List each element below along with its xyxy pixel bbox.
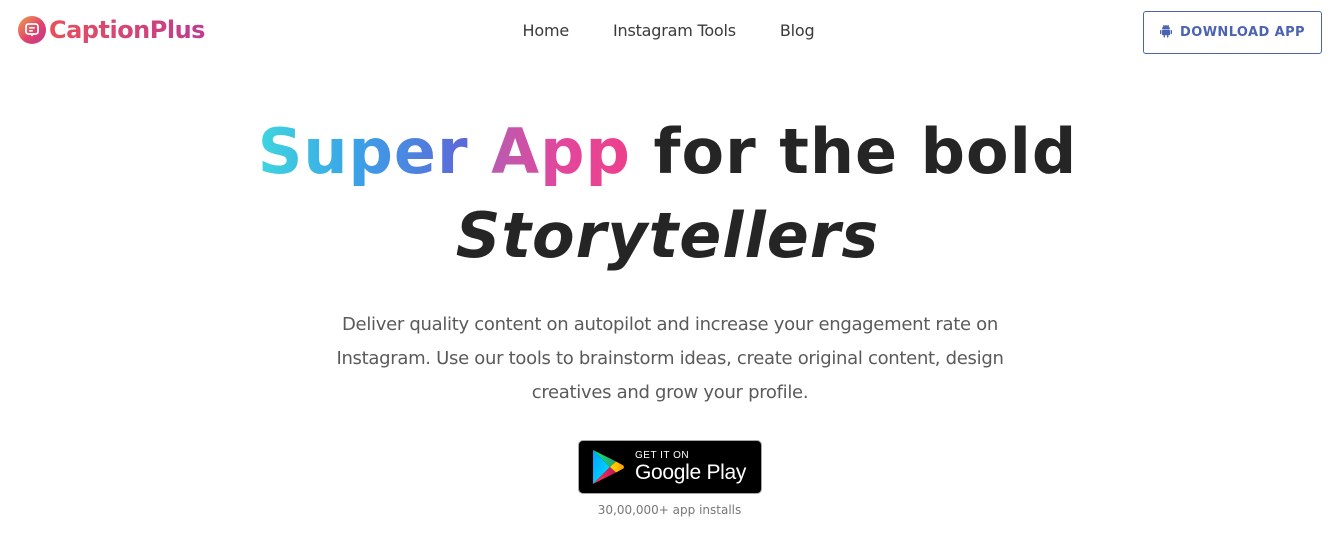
- google-play-badge-small: GET IT ON: [635, 450, 690, 461]
- hero-subtitle-line-2: Instagram. Use our tools to brainstorm i…: [336, 348, 1004, 369]
- google-play-icon: [593, 450, 624, 484]
- app-installs-count: 30,00,000+ app installs: [597, 503, 742, 517]
- brand-name: CaptionPlus: [49, 16, 205, 44]
- hero-title-line1: Super App for the bold: [0, 112, 1335, 192]
- google-play-badge-text: GET IT ON Google Play: [635, 449, 746, 485]
- hero-word-app: App: [491, 115, 631, 188]
- hero-subtitle-line-1: Deliver quality content on autopilot and…: [341, 314, 998, 335]
- google-play-badge[interactable]: GET IT ON Google Play: [578, 440, 762, 494]
- main-nav-items: Home Instagram Tools Blog: [523, 21, 815, 40]
- download-app-button[interactable]: DOWNLOAD APP: [1143, 11, 1322, 54]
- hero-word-super: Super: [257, 115, 469, 188]
- nav-link-home[interactable]: Home: [523, 21, 570, 40]
- hero-subtitle-line-3: creatives and grow your profile.: [531, 382, 809, 403]
- android-icon: [1160, 24, 1173, 41]
- google-play-badge-big: Google Play: [635, 461, 747, 484]
- hero-title-rest: for the bold: [653, 115, 1078, 188]
- nav-link-blog[interactable]: Blog: [780, 21, 815, 40]
- nav-link-instagram-tools[interactable]: Instagram Tools: [613, 21, 736, 40]
- hero-title-line2: Storytellers: [455, 199, 880, 272]
- download-app-label: DOWNLOAD APP: [1180, 25, 1305, 40]
- brand-logo[interactable]: CaptionPlus: [18, 16, 205, 44]
- instagram-caption-icon: [18, 16, 46, 44]
- site-header: CaptionPlus Home Instagram Tools Blog DO…: [0, 0, 1335, 64]
- hero-subtitle: Deliver quality content on autopilot and…: [317, 308, 1023, 410]
